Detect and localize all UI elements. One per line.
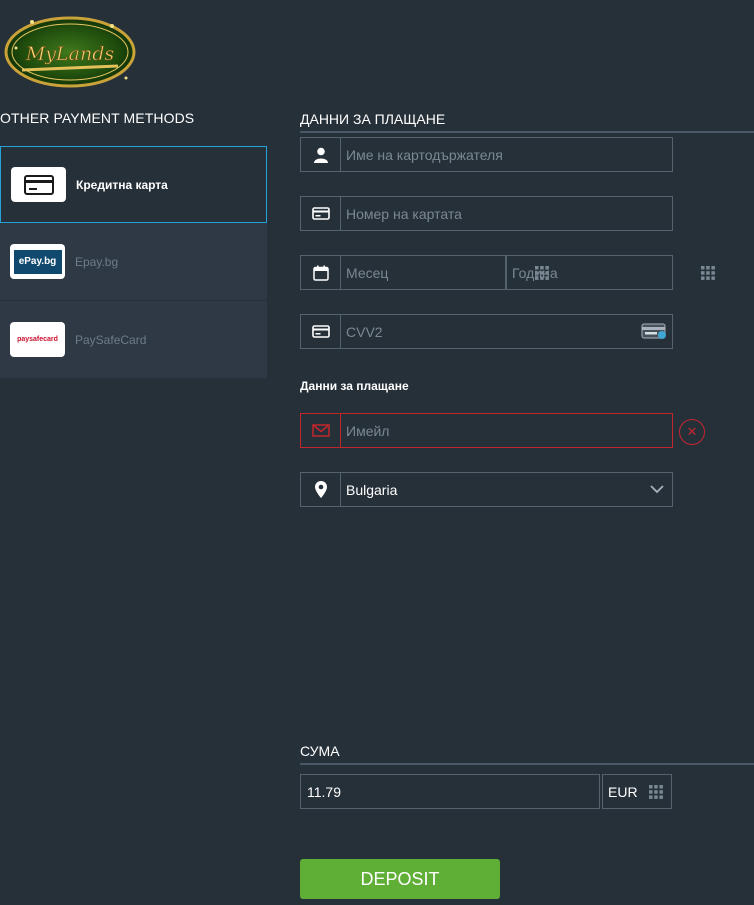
grid-dots-icon[interactable] bbox=[693, 265, 723, 280]
payment-methods-list: Кредитна карта ePay.bg Epay.bg paysafeca… bbox=[0, 146, 267, 379]
email-input[interactable] bbox=[341, 414, 672, 447]
email-field bbox=[300, 413, 673, 448]
epay-badge: ePay.bg bbox=[10, 244, 65, 279]
deposit-button[interactable]: DEPOSIT bbox=[300, 859, 500, 899]
method-label: PaySafeCard bbox=[75, 332, 147, 347]
email-error-clear-icon[interactable]: ✕ bbox=[679, 419, 705, 445]
method-label: Epay.bg bbox=[75, 254, 119, 269]
payment-data-title: ДАННИ ЗА ПЛАЩАНЕ bbox=[300, 111, 754, 133]
country-field[interactable]: Bulgaria bbox=[300, 472, 673, 507]
cardholder-field bbox=[300, 137, 673, 172]
card-number-field bbox=[300, 196, 673, 231]
card-number-input[interactable] bbox=[341, 197, 672, 230]
cvv-field bbox=[300, 314, 673, 349]
envelope-icon bbox=[301, 414, 341, 447]
cardholder-input[interactable] bbox=[341, 138, 672, 171]
user-icon bbox=[301, 138, 341, 171]
mylands-logo: MyLands bbox=[2, 8, 138, 92]
month-select[interactable] bbox=[341, 256, 527, 289]
epay-logo: ePay.bg bbox=[13, 249, 62, 274]
calendar-icon bbox=[301, 256, 341, 289]
amount-field bbox=[300, 774, 600, 809]
country-select-value[interactable]: Bulgaria bbox=[341, 473, 642, 506]
amount-title: СУМА bbox=[300, 743, 754, 765]
billing-data-label: Данни за плащане bbox=[300, 379, 409, 393]
cvv-input[interactable] bbox=[341, 315, 636, 348]
currency-select-value[interactable]: EUR bbox=[603, 775, 641, 808]
card-icon bbox=[301, 197, 341, 230]
logo-text: MyLands bbox=[25, 43, 115, 65]
grid-dots-icon[interactable] bbox=[641, 784, 671, 799]
paysafecard-logo: paysafecard bbox=[17, 336, 58, 343]
method-credit-card[interactable]: Кредитна карта bbox=[0, 146, 267, 223]
location-pin-icon bbox=[301, 473, 341, 506]
paysafecard-badge: paysafecard bbox=[10, 322, 65, 357]
chevron-down-icon[interactable] bbox=[642, 485, 672, 494]
month-field bbox=[300, 255, 549, 290]
year-select[interactable] bbox=[507, 256, 693, 289]
other-payment-methods-title: OTHER PAYMENT METHODS bbox=[0, 110, 195, 126]
card-icon bbox=[301, 315, 341, 348]
method-label: Кредитна карта bbox=[76, 177, 168, 192]
amount-input[interactable] bbox=[301, 775, 599, 808]
currency-field[interactable]: EUR bbox=[602, 774, 672, 809]
credit-card-icon bbox=[23, 174, 54, 195]
credit-card-badge bbox=[11, 167, 66, 202]
method-paysafecard[interactable]: paysafecard PaySafeCard bbox=[0, 301, 267, 379]
year-field bbox=[506, 255, 715, 290]
cvv-card-icon bbox=[636, 323, 672, 340]
method-epay[interactable]: ePay.bg Epay.bg bbox=[0, 223, 267, 301]
